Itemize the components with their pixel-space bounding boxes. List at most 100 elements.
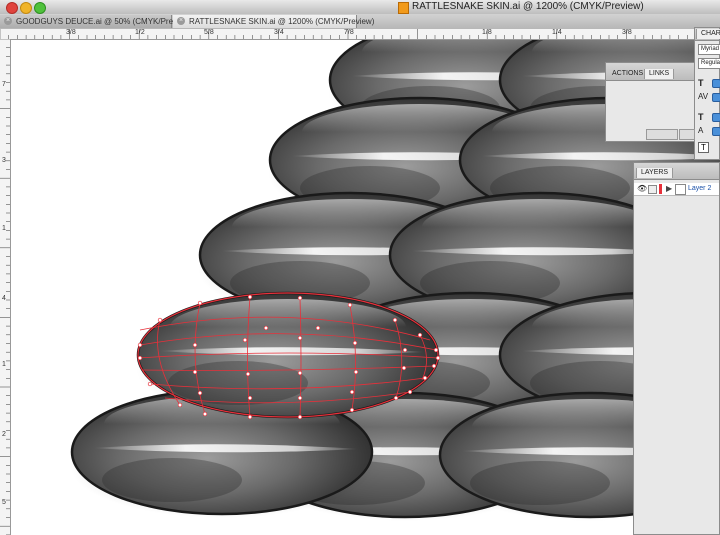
ruler-label: 3	[2, 157, 6, 164]
layer-thumbnail	[675, 184, 686, 195]
ruler-label: 3/4	[274, 29, 284, 36]
close-window-button[interactable]	[6, 2, 18, 14]
actions-links-panel: ACTIONS LINKS	[605, 62, 695, 142]
document-tab-bar: × GOODGUYS DEUCE.ai @ 50% (CMYK/Preview)…	[0, 14, 720, 30]
kerning-icon: AV	[698, 92, 709, 101]
close-tab-icon[interactable]: ×	[4, 17, 12, 25]
kerning-stepper[interactable]	[712, 93, 720, 102]
tab-character[interactable]: CHARA	[696, 29, 720, 39]
horizontal-ruler-ticks	[0, 29, 714, 39]
mesh-point[interactable]	[352, 340, 358, 346]
close-tab-icon[interactable]: ×	[177, 17, 185, 25]
font-size-stepper[interactable]	[712, 79, 720, 88]
mesh-point[interactable]	[297, 335, 303, 341]
mesh-point[interactable]	[422, 375, 428, 381]
mesh-point[interactable]	[402, 347, 408, 353]
ruler-label: 1	[2, 361, 6, 368]
character-panel: CHARA Myriad Regula T AV T A T	[694, 27, 720, 160]
mesh-point[interactable]	[297, 395, 303, 401]
mesh-point[interactable]	[392, 317, 398, 323]
mesh-point[interactable]	[263, 325, 269, 331]
font-family-field[interactable]: Myriad	[698, 44, 720, 55]
relink-button[interactable]	[646, 129, 678, 140]
mesh-point[interactable]	[393, 395, 399, 401]
tab-actions[interactable]: ACTIONS	[608, 69, 647, 79]
mesh-point[interactable]	[349, 407, 355, 413]
mesh-point[interactable]	[315, 325, 321, 331]
mesh-point[interactable]	[297, 370, 303, 376]
tab-layers[interactable]: LAYERS	[636, 168, 674, 178]
snake-scale-selected[interactable]	[134, 291, 442, 423]
layer-row[interactable]: 👁 ▶ Layer 2	[634, 183, 719, 196]
tab-label: RATTLESNAKE SKIN.ai @ 1200% (CMYK/Previe…	[189, 17, 375, 26]
mesh-point[interactable]	[347, 302, 353, 308]
font-size-icon: T	[698, 78, 704, 88]
mesh-point[interactable]	[177, 402, 183, 408]
document-icon	[398, 2, 409, 14]
ruler-label: 7/8	[344, 29, 354, 36]
mesh-point[interactable]	[247, 294, 253, 300]
title-bar: RATTLESNAKE SKIN.ai @ 1200% (CMYK/Previe…	[0, 0, 720, 15]
mesh-point[interactable]	[157, 317, 163, 323]
mesh-point[interactable]	[247, 414, 253, 420]
layers-panel-header: LAYERS	[634, 163, 719, 180]
mesh-point[interactable]	[192, 369, 198, 375]
ruler-label: 1	[2, 225, 6, 232]
mesh-point[interactable]	[435, 355, 441, 361]
mesh-point[interactable]	[197, 300, 203, 306]
mesh-point[interactable]	[137, 342, 143, 348]
character-panel-header: CHARA	[695, 28, 720, 41]
tab-rattlesnake-skin[interactable]: × RATTLESNAKE SKIN.ai @ 1200% (CMYK/Prev…	[173, 15, 374, 28]
expand-layer-icon[interactable]: ▶	[666, 184, 672, 193]
goto-link-button[interactable]	[679, 129, 695, 140]
baseline-shift-icon: A	[698, 126, 704, 135]
mesh-point[interactable]	[433, 347, 439, 353]
vertical-ruler[interactable]: 7 3 1 4 1 2 5	[0, 39, 11, 535]
ruler-label: 1/4	[552, 29, 562, 36]
text-type-icon[interactable]: T	[698, 142, 709, 153]
layer-name[interactable]: Layer 2	[688, 183, 711, 195]
ruler-label: 3/8	[622, 29, 632, 36]
minimize-window-button[interactable]	[20, 2, 32, 14]
ruler-label: 1/2	[135, 29, 145, 36]
ruler-label: 7	[2, 81, 6, 88]
mesh-point[interactable]	[407, 389, 413, 395]
layer-color-swatch	[659, 184, 662, 194]
ruler-label: 5	[2, 499, 6, 506]
font-style-field[interactable]: Regula	[698, 58, 720, 69]
ruler-label: 3/8	[66, 29, 76, 36]
lock-toggle-icon[interactable]	[648, 185, 657, 194]
ruler-label: 2	[2, 431, 6, 438]
eye-visibility-icon[interactable]: 👁	[637, 184, 647, 193]
mesh-point[interactable]	[401, 365, 407, 371]
window-title: RATTLESNAKE SKIN.ai @ 1200% (CMYK/Previe…	[412, 1, 644, 12]
layers-panel: LAYERS 👁 ▶ Layer 2	[633, 162, 720, 535]
ruler-label: 4	[2, 295, 6, 302]
mesh-point[interactable]	[242, 337, 248, 343]
mesh-point[interactable]	[297, 414, 303, 420]
mesh-point[interactable]	[245, 371, 251, 377]
vertical-ruler-ticks	[0, 39, 10, 535]
mesh-point[interactable]	[147, 381, 153, 387]
mesh-point[interactable]	[349, 389, 355, 395]
mesh-point[interactable]	[192, 342, 198, 348]
vertical-scale-icon: T	[698, 112, 704, 122]
baseline-shift-stepper[interactable]	[712, 127, 720, 136]
mesh-point[interactable]	[297, 295, 303, 301]
mesh-point[interactable]	[137, 355, 143, 361]
tab-label: GOODGUYS DEUCE.ai @ 50% (CMYK/Preview)	[16, 17, 192, 26]
mesh-point[interactable]	[197, 390, 203, 396]
tab-links[interactable]: LINKS	[644, 69, 675, 79]
ruler-label: 5/8	[204, 29, 214, 36]
mesh-point[interactable]	[353, 369, 359, 375]
actions-links-panel-header: ACTIONS LINKS	[606, 63, 694, 81]
vertical-scale-stepper[interactable]	[712, 113, 720, 122]
tab-goodguys-deuce[interactable]: × GOODGUYS DEUCE.ai @ 50% (CMYK/Preview)	[0, 15, 192, 28]
mesh-point[interactable]	[431, 363, 437, 369]
mesh-point[interactable]	[247, 395, 253, 401]
mesh-point[interactable]	[202, 411, 208, 417]
ruler-label: 1/8	[482, 29, 492, 36]
horizontal-ruler[interactable]: 3/8 1/2 5/8 3/4 7/8 1/8 1/4 3/8	[0, 29, 720, 40]
mesh-point[interactable]	[417, 332, 423, 338]
zoom-window-button[interactable]	[34, 2, 46, 14]
